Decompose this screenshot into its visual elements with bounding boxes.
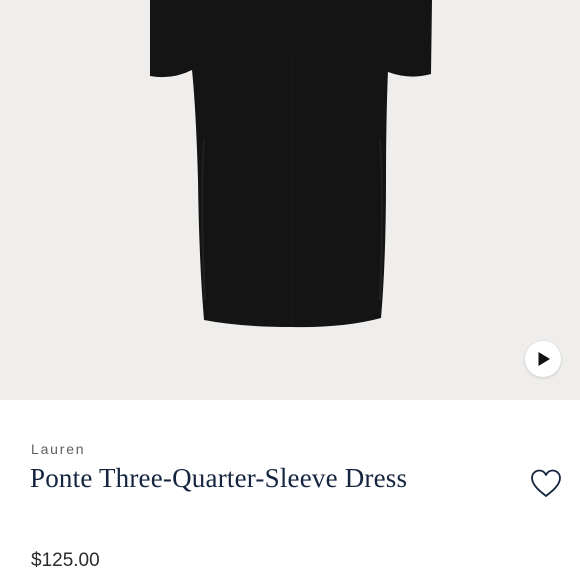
dress-right-sleeve [388, 0, 432, 77]
product-info: Lauren Ponte Three-Quarter-Sleeve Dress … [0, 400, 580, 580]
product-image [150, 0, 432, 328]
heart-outline-icon [531, 469, 561, 497]
dress-left-sleeve [150, 0, 192, 78]
product-image-gallery[interactable] [0, 0, 580, 400]
product-page: Lauren Ponte Three-Quarter-Sleeve Dress … [0, 0, 580, 580]
product-brand: Lauren [31, 441, 86, 457]
play-icon [538, 352, 550, 366]
dress-body [192, 0, 388, 328]
product-title: Ponte Three-Quarter-Sleeve Dress [30, 463, 408, 493]
add-to-wishlist-button[interactable] [529, 467, 563, 499]
product-price: $125.00 [31, 550, 100, 571]
play-video-button[interactable] [525, 341, 561, 377]
